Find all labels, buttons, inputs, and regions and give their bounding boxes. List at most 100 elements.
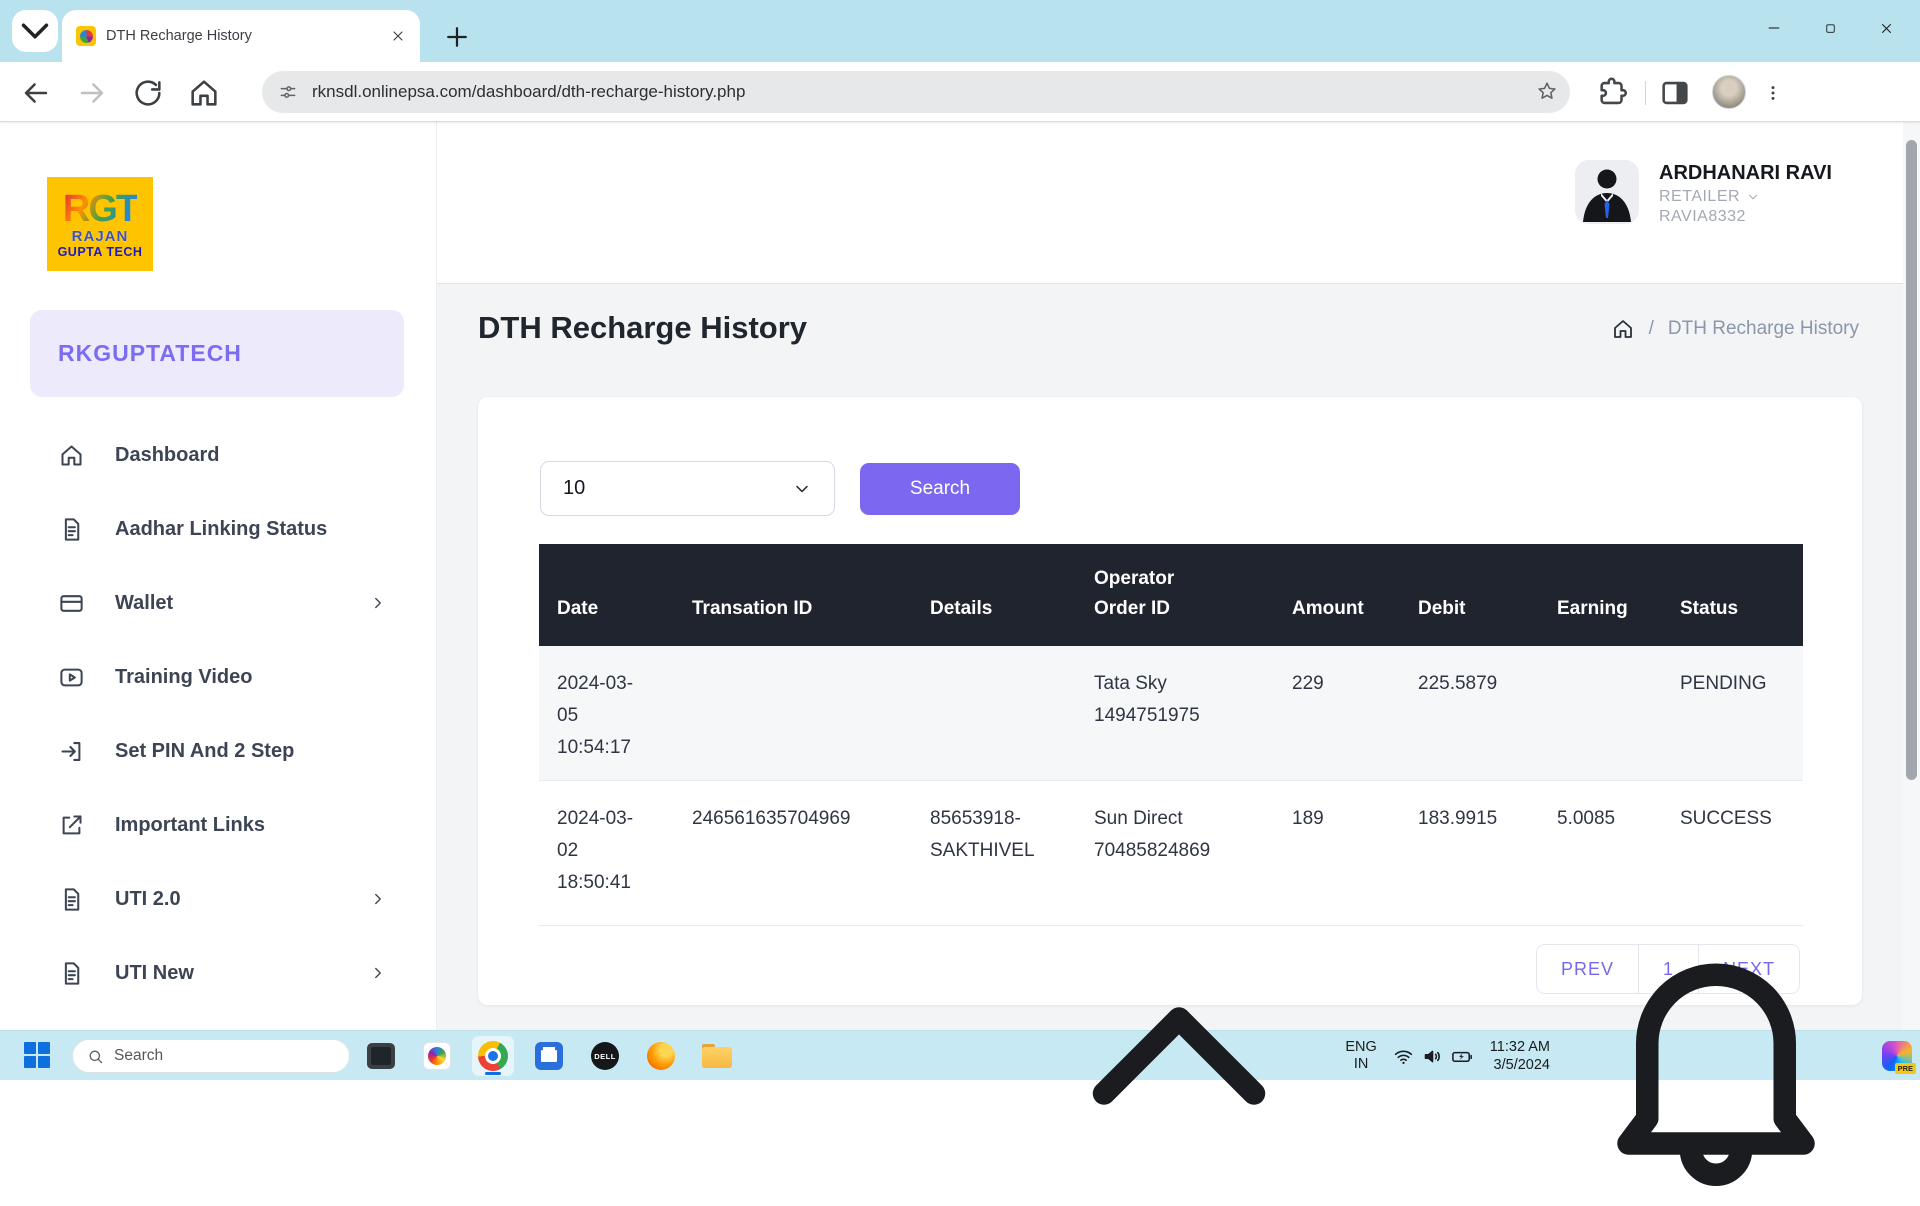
browser-menu-button[interactable] (1756, 76, 1790, 110)
column-header-date: Date (539, 544, 674, 646)
sidebar-item-set-pin-and-2-step[interactable]: Set PIN And 2 Step (0, 714, 437, 788)
browser-tab[interactable]: DTH Recharge History (62, 10, 420, 62)
sidebar-item-dashboard[interactable]: Dashboard (0, 418, 437, 492)
close-icon (1878, 20, 1895, 37)
app-dell-icon[interactable]: DELL (584, 1036, 626, 1076)
app-file-explorer-icon[interactable] (696, 1036, 738, 1076)
taskbar: Search DELL ENGIN 11:32 AM3/5/2024 PRE (0, 1030, 1920, 1080)
language-switcher[interactable]: ENGIN (1345, 1039, 1376, 1072)
column-header-debit: Debit (1400, 544, 1539, 646)
copilot-pre-badge: PRE (1895, 1063, 1916, 1074)
app-store-icon[interactable] (528, 1036, 570, 1076)
sidebar-item-wallet[interactable]: Wallet (0, 566, 437, 640)
tab-search-button[interactable] (12, 10, 58, 52)
breadcrumb-current: DTH Recharge History (1668, 318, 1859, 340)
page-size-value: 10 (563, 477, 792, 500)
chevron-down-icon (1746, 190, 1760, 204)
back-icon (19, 76, 53, 110)
app-firefox-icon[interactable] (640, 1036, 682, 1076)
cell-details: 85653918-SAKTHIVEL (912, 781, 1076, 926)
user-profile[interactable]: ARDHANARI RAVI RETAILER RAVIA8332 (1575, 160, 1875, 248)
close-window-button[interactable] (1858, 6, 1914, 50)
brand-name: RKGUPTATECH (58, 340, 242, 367)
wifi-icon (1393, 1046, 1414, 1067)
sidebar-item-label: Set PIN And 2 Step (115, 740, 294, 763)
app-chrome-icon[interactable] (472, 1036, 514, 1076)
side-panel-button[interactable] (1658, 76, 1692, 110)
column-header-earning: Earning (1539, 544, 1662, 646)
home-button[interactable] (187, 76, 221, 110)
sidebar-item-uti-2-0[interactable]: UTI 2.0 (0, 862, 437, 936)
cell-earning: 5.0085 (1539, 781, 1662, 926)
page-title: DTH Recharge History (478, 310, 807, 346)
app-window-icon[interactable] (360, 1036, 402, 1076)
search-button[interactable]: Search (860, 463, 1020, 515)
chevron-right-icon (369, 964, 387, 982)
sidebar-item-uti-new[interactable]: UTI New (0, 936, 437, 1010)
maximize-button[interactable] (1802, 6, 1858, 50)
tab-close-icon[interactable] (390, 28, 406, 44)
taskbar-search[interactable]: Search (72, 1039, 350, 1073)
user-role[interactable]: RETAILER (1659, 188, 1832, 206)
sidebar-item-training-video[interactable]: Training Video (0, 640, 437, 714)
sidebar-item-label: UTI New (115, 962, 194, 985)
cell-earning (1539, 646, 1662, 781)
home-icon (58, 442, 85, 469)
clock[interactable]: 11:32 AM3/5/2024 (1490, 1038, 1550, 1074)
hidden-icons-button[interactable] (1029, 906, 1329, 1206)
cell-amount: 189 (1274, 781, 1400, 926)
copilot-icon[interactable]: PRE (1882, 1041, 1912, 1071)
browser-profile-avatar[interactable] (1712, 75, 1746, 109)
new-tab-button[interactable] (442, 22, 472, 52)
brand-logo: RGT RAJAN GUPTA TECH (47, 177, 153, 271)
cell-date: 2024-03-05 10:54:17 (539, 646, 674, 781)
maximize-icon (1823, 21, 1838, 36)
minimize-button[interactable] (1746, 6, 1802, 50)
notifications-button[interactable] (1566, 906, 1866, 1206)
sidebar-item-label: Wallet (115, 592, 173, 615)
address-bar[interactable]: rknsdl.onlinepsa.com/dashboard/dth-recha… (262, 71, 1570, 113)
quick-settings[interactable] (1393, 1045, 1474, 1068)
cell-operator-order-id: Sun Direct 70485824869 (1076, 781, 1274, 926)
side-panel-icon (1658, 76, 1692, 110)
document-icon (58, 960, 85, 987)
breadcrumb: / DTH Recharge History (1611, 317, 1859, 341)
logo-line3: GUPTA TECH (58, 246, 143, 259)
column-header-transation-id: Transation ID (674, 544, 912, 646)
start-button[interactable] (24, 1042, 54, 1070)
cell-operator-order-id: Tata Sky 1494751975 (1076, 646, 1274, 781)
search-icon (87, 1048, 104, 1065)
table-header: DateTransation IDDetailsOperator Order I… (539, 544, 1803, 646)
sidebar-item-aadhar-linking-status[interactable]: Aadhar Linking Status (0, 492, 437, 566)
url-text: rknsdl.onlinepsa.com/dashboard/dth-recha… (312, 82, 745, 102)
forward-button[interactable] (75, 76, 109, 110)
browser-frame: DTH Recharge History (0, 0, 1920, 62)
column-header-details: Details (912, 544, 1076, 646)
chevron-down-icon (792, 479, 812, 499)
extensions-puzzle-icon (1596, 76, 1630, 110)
cell-date: 2024-03-02 18:50:41 (539, 781, 674, 926)
page-scrollbar[interactable] (1903, 122, 1920, 1030)
extensions-button[interactable] (1596, 76, 1630, 110)
chevron-down-icon (12, 8, 58, 54)
bookmark-star-icon[interactable] (1536, 80, 1558, 102)
user-id: RAVIA8332 (1659, 208, 1832, 226)
cell-transaction-id: 246561635704969 (674, 781, 912, 926)
breadcrumb-separator: / (1649, 318, 1654, 340)
reload-button[interactable] (131, 76, 165, 110)
cell-status: PENDING (1662, 646, 1803, 781)
page-size-select[interactable]: 10 (540, 461, 835, 516)
back-button[interactable] (19, 76, 53, 110)
user-info: ARDHANARI RAVI RETAILER RAVIA8332 (1659, 160, 1832, 248)
breadcrumb-home-icon[interactable] (1611, 317, 1635, 341)
chevron-up-icon (1029, 906, 1329, 1206)
browser-toolbar: rknsdl.onlinepsa.com/dashboard/dth-recha… (0, 62, 1920, 122)
sidebar: RGT RAJAN GUPTA TECH RKGUPTATECH Dashboa… (0, 122, 437, 1030)
sidebar-item-important-links[interactable]: Important Links (0, 788, 437, 862)
cell-details (912, 646, 1076, 781)
document-icon (58, 516, 85, 543)
scrollbar-thumb[interactable] (1906, 140, 1917, 780)
site-settings-icon[interactable] (278, 82, 298, 102)
app-photos-icon[interactable] (416, 1036, 458, 1076)
table-row: 2024-03-05 10:54:17Tata Sky 149475197522… (539, 646, 1803, 781)
